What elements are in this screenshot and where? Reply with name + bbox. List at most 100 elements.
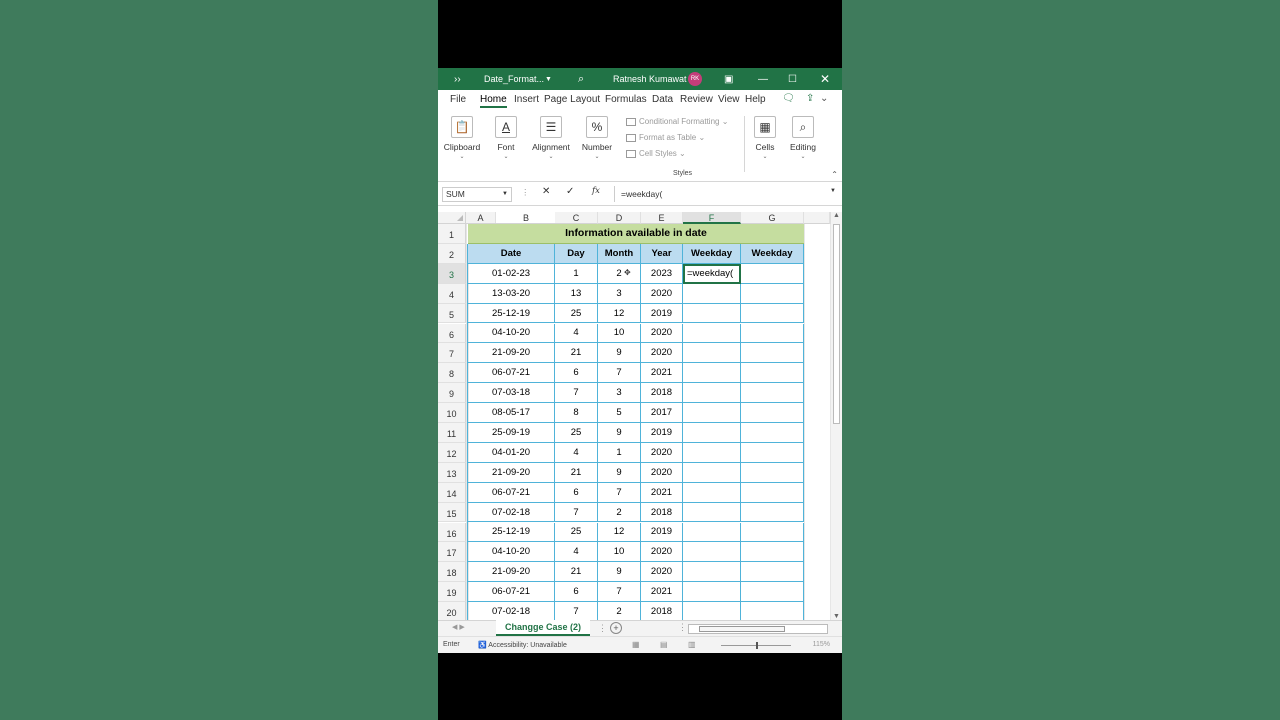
- cells-group[interactable]: ▦ Cells ⌄: [754, 116, 776, 160]
- empty-cell[interactable]: [741, 482, 804, 503]
- table-cell[interactable]: 9: [598, 462, 641, 483]
- empty-cell[interactable]: [741, 303, 804, 324]
- table-cell[interactable]: 21-09-20: [468, 343, 555, 364]
- empty-cell[interactable]: [683, 303, 741, 324]
- font-group[interactable]: A Font ⌄: [491, 116, 521, 160]
- empty-cell[interactable]: [683, 343, 741, 364]
- cancel-icon[interactable]: ✕: [542, 186, 550, 197]
- table-cell[interactable]: 2019: [641, 303, 683, 324]
- accessibility-status[interactable]: ♿ Accessibility: Unavailable: [478, 641, 567, 649]
- comments-icon[interactable]: 🗨: [782, 93, 795, 104]
- table-cell[interactable]: 6: [555, 582, 598, 603]
- clipboard-group[interactable]: 📋 Clipboard ⌄: [443, 116, 481, 160]
- quick-access-more-icon[interactable]: ››: [454, 74, 461, 85]
- table-cell[interactable]: 25-12-19: [468, 522, 555, 543]
- table-cell[interactable]: 2: [598, 502, 641, 523]
- table-cell[interactable]: 2023: [641, 263, 683, 284]
- table-cell[interactable]: 7: [598, 363, 641, 384]
- empty-cell[interactable]: [741, 602, 804, 620]
- avatar[interactable]: RK: [688, 72, 702, 86]
- share-caret-icon[interactable]: ⌄: [820, 93, 828, 104]
- formula-input[interactable]: =weekday(: [614, 186, 828, 202]
- table-cell[interactable]: 2: [598, 602, 641, 620]
- empty-cell[interactable]: [683, 442, 741, 463]
- zoom-level[interactable]: 115%: [813, 641, 830, 648]
- column-header-f[interactable]: F: [683, 212, 741, 224]
- table-cell[interactable]: 2021: [641, 582, 683, 603]
- table-cell[interactable]: 07-02-18: [468, 502, 555, 523]
- table-cell[interactable]: 4: [555, 542, 598, 563]
- table-cell[interactable]: 2020: [641, 562, 683, 583]
- table-cell[interactable]: 25-09-19: [468, 423, 555, 443]
- table-cell[interactable]: 21: [555, 562, 598, 583]
- empty-cell[interactable]: [683, 562, 741, 583]
- table-cell[interactable]: 01-02-23: [468, 263, 555, 284]
- empty-cell[interactable]: [741, 363, 804, 384]
- header-cell-b[interactable]: Date: [468, 243, 555, 264]
- table-cell[interactable]: 21: [555, 462, 598, 483]
- empty-cell[interactable]: [683, 482, 741, 503]
- row-header-15[interactable]: 15: [438, 502, 466, 523]
- table-cell[interactable]: 2020: [641, 283, 683, 304]
- formula-bar-grip-icon[interactable]: ⋮: [521, 187, 530, 198]
- tab-data[interactable]: Data: [652, 94, 673, 105]
- table-cell[interactable]: 25: [555, 522, 598, 543]
- empty-cell[interactable]: [741, 263, 804, 284]
- vertical-scroll-thumb[interactable]: [833, 224, 840, 424]
- table-cell[interactable]: 2018: [641, 383, 683, 404]
- empty-cell[interactable]: [683, 602, 741, 620]
- row-header-7[interactable]: 7: [438, 343, 466, 364]
- table-cell[interactable]: 2020: [641, 462, 683, 483]
- table-cell[interactable]: 12: [598, 522, 641, 543]
- table-cell[interactable]: 04-10-20: [468, 323, 555, 344]
- empty-cell[interactable]: [741, 462, 804, 483]
- empty-cell[interactable]: [741, 423, 804, 443]
- empty-cell[interactable]: [683, 283, 741, 304]
- table-cell[interactable]: 7: [598, 582, 641, 603]
- scroll-down-icon[interactable]: ▼: [833, 613, 840, 620]
- row-header-8[interactable]: 8: [438, 363, 466, 384]
- expand-formula-bar-icon[interactable]: ▼: [830, 188, 836, 194]
- search-icon[interactable]: ⌕: [578, 73, 584, 86]
- empty-cell[interactable]: [683, 502, 741, 523]
- row-header-9[interactable]: 9: [438, 383, 466, 404]
- empty-cell[interactable]: [741, 403, 804, 423]
- column-header-g[interactable]: G: [741, 212, 804, 224]
- insert-function-icon[interactable]: fx: [592, 186, 600, 196]
- row-header-13[interactable]: 13: [438, 462, 466, 483]
- sheet-nav-icon[interactable]: ◀ ▶: [452, 623, 465, 631]
- file-name[interactable]: Date_Format...: [484, 74, 544, 84]
- table-cell[interactable]: 7: [555, 502, 598, 523]
- column-header-c[interactable]: C: [555, 212, 598, 224]
- maximize-icon[interactable]: ☐: [788, 74, 797, 85]
- table-cell[interactable]: 4: [555, 442, 598, 463]
- tab-help[interactable]: Help: [745, 94, 766, 105]
- user-name[interactable]: Ratnesh Kumawat: [613, 74, 687, 84]
- row-header-1[interactable]: 1: [438, 224, 466, 244]
- page-layout-view-icon[interactable]: ▤: [660, 640, 668, 649]
- table-cell[interactable]: 2018: [641, 602, 683, 620]
- format-as-table-button[interactable]: Format as Table ⌄: [626, 130, 728, 146]
- header-cell-e[interactable]: Year: [641, 243, 683, 264]
- table-cell[interactable]: 5: [598, 403, 641, 423]
- row-header-20[interactable]: 20: [438, 602, 466, 620]
- horizontal-scrollbar[interactable]: [688, 624, 828, 634]
- empty-cell[interactable]: [741, 562, 804, 583]
- table-cell[interactable]: 04-01-20: [468, 442, 555, 463]
- table-cell[interactable]: 2019: [641, 423, 683, 443]
- tab-view[interactable]: View: [718, 94, 740, 105]
- table-cell[interactable]: 1: [555, 263, 598, 284]
- table-cell[interactable]: 25: [555, 303, 598, 324]
- tab-file[interactable]: File: [450, 94, 466, 105]
- empty-cell[interactable]: [741, 323, 804, 344]
- table-cell[interactable]: 06-07-21: [468, 482, 555, 503]
- table-cell[interactable]: 08-05-17: [468, 403, 555, 423]
- table-cell[interactable]: 9: [598, 343, 641, 364]
- alignment-group[interactable]: ☰ Alignment ⌄: [529, 116, 573, 160]
- tab-review[interactable]: Review: [680, 94, 713, 105]
- table-cell[interactable]: 7: [555, 602, 598, 620]
- hscroll-grip-icon[interactable]: ⋮: [678, 622, 687, 633]
- table-cell[interactable]: 9: [598, 423, 641, 443]
- number-group[interactable]: % Number ⌄: [580, 116, 614, 160]
- table-cell[interactable]: 2: [598, 263, 641, 284]
